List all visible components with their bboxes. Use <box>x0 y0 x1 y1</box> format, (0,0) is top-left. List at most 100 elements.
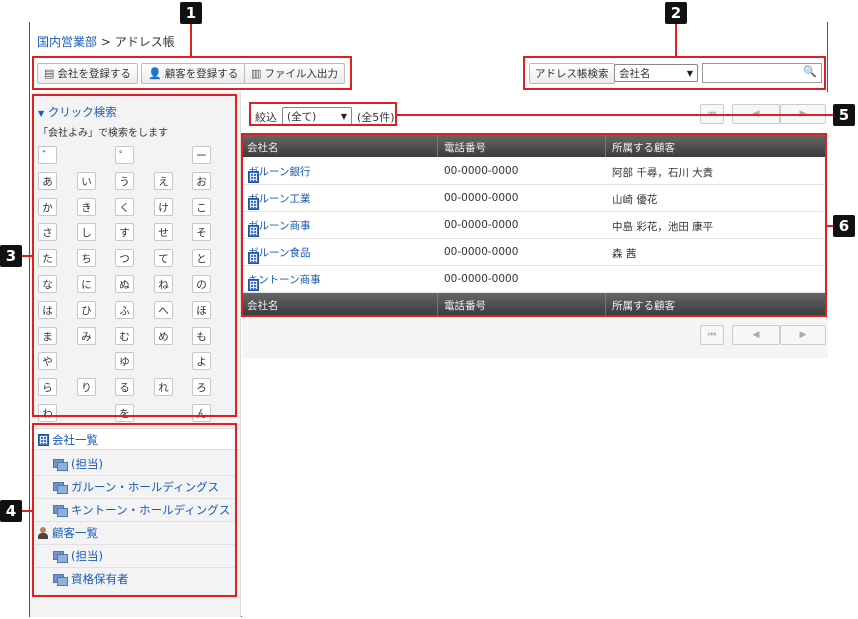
kana-button[interactable]: ふ <box>115 301 134 319</box>
file-io-button[interactable]: ▥ ファイル入出力 <box>244 63 345 84</box>
tree-companies[interactable]: 会社一覧 <box>38 432 98 448</box>
header-customers[interactable]: 所属する顧客 <box>612 140 675 155</box>
search-input[interactable]: 🔍 <box>702 63 822 83</box>
kana-button[interactable]: は <box>38 301 57 319</box>
kana-button[interactable]: ー <box>192 146 211 164</box>
tree-company-group-kintone[interactable]: キントーン・ホールディングス <box>53 502 230 518</box>
table-row: ガルーン食品 00-0000-0000 森 茜 <box>242 239 827 266</box>
tree-customer-group-qualified[interactable]: 資格保有者 <box>53 571 129 587</box>
document-icon: ▤ <box>44 67 55 80</box>
kana-button[interactable]: い <box>77 172 96 190</box>
kana-button[interactable]: へ <box>154 301 173 319</box>
divider <box>32 426 237 427</box>
header-company[interactable]: 会社名 <box>247 140 279 155</box>
search-icon[interactable]: 🔍 <box>803 65 817 78</box>
building-icon <box>248 198 259 210</box>
search-field-select[interactable]: 会社名 ▼ <box>614 64 698 82</box>
kana-button[interactable]: し <box>77 223 96 241</box>
filter-select[interactable]: (全て) ▼ <box>282 107 352 125</box>
register-company-button[interactable]: ▤ 会社を登録する <box>37 63 138 84</box>
company-link[interactable]: ガルーン工業 <box>248 191 310 210</box>
kana-button[interactable]: か <box>38 198 57 216</box>
header-phone[interactable]: 電話番号 <box>444 298 486 313</box>
kana-button[interactable]: わ <box>38 404 57 422</box>
kana-button[interactable]: こ <box>192 198 211 216</box>
table-row: キントーン商事 00-0000-0000 <box>242 266 827 293</box>
header-phone[interactable]: 電話番号 <box>444 140 486 155</box>
kana-button[interactable]: を <box>115 404 134 422</box>
header-company[interactable]: 会社名 <box>247 298 279 313</box>
kana-button[interactable]: み <box>77 327 96 345</box>
kana-button[interactable]: な <box>38 275 57 293</box>
breadcrumb-parent[interactable]: 国内営業部 <box>37 35 97 49</box>
kana-button[interactable]: に <box>77 275 96 293</box>
pager-next-button-bottom[interactable]: ▶ <box>780 325 826 345</box>
company-link[interactable]: ガルーン食品 <box>248 245 310 264</box>
kana-button[interactable]: ゆ <box>115 352 134 370</box>
quick-search-title[interactable]: ▼ クリック検索 <box>38 104 117 120</box>
building-icon <box>248 171 259 183</box>
kana-button[interactable]: も <box>192 327 211 345</box>
phone-number: 00-0000-0000 <box>444 192 519 204</box>
customer-names[interactable]: 山崎 優花 <box>612 192 657 207</box>
kana-button[interactable]: ち <box>77 249 96 267</box>
annotation-badge-1: 1 <box>180 2 202 24</box>
kana-button[interactable]: う <box>115 172 134 190</box>
kana-button[interactable]: ゜ <box>115 146 134 164</box>
tree-customers[interactable]: 顧客一覧 <box>38 525 98 541</box>
customer-names[interactable]: 阿部 千尋，石川 大貴 <box>612 165 713 180</box>
tree-company-group-garoon[interactable]: ガルーン・ホールディングス <box>53 479 219 495</box>
quick-search-description: 「会社よみ」で検索をします <box>38 128 168 139</box>
customer-names[interactable]: 森 茜 <box>612 246 636 261</box>
divider <box>32 498 237 499</box>
company-link[interactable]: ガルーン商事 <box>248 218 310 237</box>
kana-button[interactable]: ほ <box>192 301 211 319</box>
kana-button[interactable]: ね <box>154 275 173 293</box>
kana-button[interactable]: つ <box>115 249 134 267</box>
filter-label: 絞込 <box>255 111 277 124</box>
kana-button[interactable]: む <box>115 327 134 345</box>
kana-button[interactable]: ら <box>38 378 57 396</box>
kana-button[interactable]: せ <box>154 223 173 241</box>
register-customer-button[interactable]: 👤 顧客を登録する <box>141 63 246 84</box>
kana-button[interactable]: き <box>77 198 96 216</box>
pager-prev-button-bottom[interactable]: ◀ <box>732 325 780 345</box>
company-link[interactable]: ガルーン銀行 <box>248 164 310 183</box>
kana-button[interactable]: あ <box>38 172 57 190</box>
annotation-leader-2 <box>675 22 677 56</box>
breadcrumb-separator: > <box>100 35 111 49</box>
kana-button[interactable]: よ <box>192 352 211 370</box>
kana-button[interactable]: や <box>38 352 57 370</box>
kana-button[interactable]: ま <box>38 327 57 345</box>
kana-button[interactable]: ぬ <box>115 275 134 293</box>
kana-button[interactable]: ろ <box>192 378 211 396</box>
kana-button[interactable]: ひ <box>77 301 96 319</box>
kana-button[interactable]: め <box>154 327 173 345</box>
first-page-icon: ⏮ <box>707 330 717 340</box>
kana-button[interactable]: る <box>115 378 134 396</box>
company-link[interactable]: キントーン商事 <box>248 272 321 291</box>
kana-button[interactable]: れ <box>154 378 173 396</box>
pager-first-button-bottom[interactable]: ⏮ <box>700 325 724 345</box>
kana-button[interactable]: ゛ <box>38 146 57 164</box>
group-icon <box>53 481 68 494</box>
kana-button[interactable]: の <box>192 275 211 293</box>
kana-button[interactable]: ん <box>192 404 211 422</box>
tree-company-group-assigned[interactable]: (担当) <box>53 456 103 472</box>
kana-button[interactable]: す <box>115 223 134 241</box>
kana-button[interactable]: お <box>192 172 211 190</box>
tree-customer-group-assigned[interactable]: (担当) <box>53 548 103 564</box>
kana-button[interactable]: た <box>38 249 57 267</box>
kana-button[interactable]: え <box>154 172 173 190</box>
kana-button[interactable]: て <box>154 249 173 267</box>
kana-button[interactable]: と <box>192 249 211 267</box>
address-search-label: アドレス帳検索 <box>535 68 609 80</box>
kana-button[interactable]: く <box>115 198 134 216</box>
kana-button[interactable]: け <box>154 198 173 216</box>
customer-names[interactable]: 中島 彩花，池田 康平 <box>612 219 713 234</box>
address-search-button[interactable]: アドレス帳検索 <box>529 63 615 84</box>
kana-button[interactable]: り <box>77 378 96 396</box>
kana-button[interactable]: さ <box>38 223 57 241</box>
kana-button[interactable]: そ <box>192 223 211 241</box>
header-customers[interactable]: 所属する顧客 <box>612 298 675 313</box>
